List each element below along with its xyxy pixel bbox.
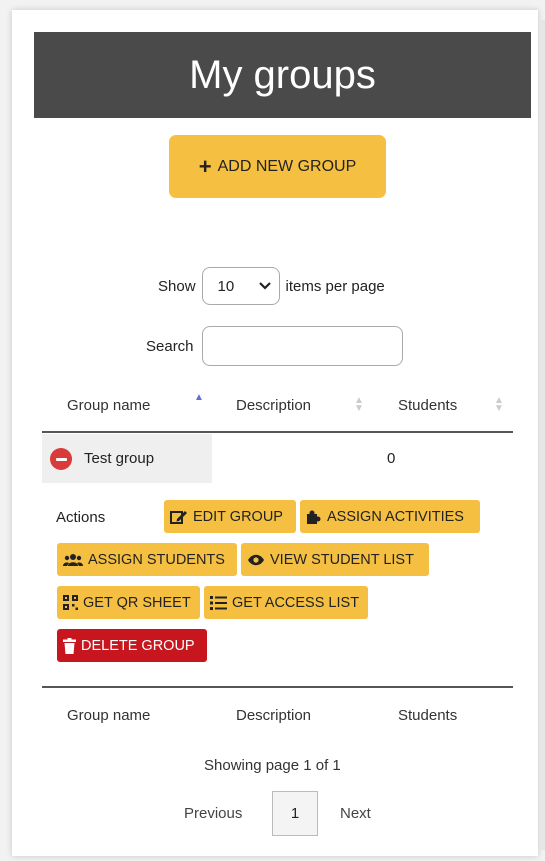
search-control: Search (146, 325, 403, 367)
footer-column-group-name: Group name (67, 707, 151, 724)
sort-both-icon[interactable]: ▲ ▼ (494, 396, 504, 414)
assign-activities-button[interactable]: ASSIGN ACTIVITIES (300, 500, 480, 533)
table-header-divider (42, 431, 513, 433)
actions-label: Actions (56, 509, 106, 526)
previous-page-link[interactable]: Previous (184, 805, 242, 822)
get-access-list-label: GET ACCESS LIST (232, 594, 360, 611)
next-page-link[interactable]: Next (340, 805, 371, 822)
chevron-down-icon (258, 282, 271, 290)
edit-icon (170, 510, 187, 524)
view-student-list-label: VIEW STUDENT LIST (270, 551, 414, 568)
items-per-page-label: items per page (285, 277, 385, 295)
collapse-row-icon[interactable] (50, 448, 72, 470)
footer-column-description: Description (236, 707, 312, 724)
sort-both-icon[interactable]: ▲ ▼ (354, 396, 364, 414)
page-size-select[interactable]: 10 (201, 267, 280, 305)
page-number-button[interactable]: 1 (272, 791, 318, 836)
sort-asc-icon[interactable]: ▲ (194, 393, 204, 403)
table-footer-divider (42, 686, 513, 688)
group-name-cell: Test group (84, 450, 155, 467)
edit-group-label: EDIT GROUP (193, 508, 283, 525)
list-icon (210, 595, 227, 610)
search-label: Search (146, 337, 194, 355)
get-qr-sheet-button[interactable]: GET QR SHEET (57, 586, 200, 619)
students-cell: 0 (387, 450, 396, 467)
page-size-value: 10 (217, 277, 235, 295)
add-new-group-button[interactable]: + ADD NEW GROUP (169, 135, 386, 198)
pagination-info: Showing page 1 of 1 (204, 757, 341, 774)
delete-group-button[interactable]: DELETE GROUP (57, 629, 207, 662)
assign-students-label: ASSIGN STUDENTS (88, 551, 225, 568)
assign-activities-label: ASSIGN ACTIVITIES (327, 508, 464, 525)
footer-column-students: Students (398, 707, 458, 724)
page-header: My groups (34, 32, 531, 118)
show-label: Show (158, 277, 196, 295)
edit-group-button[interactable]: EDIT GROUP (164, 500, 296, 533)
scroll-edge (541, 20, 545, 850)
column-header-description[interactable]: Description (236, 397, 311, 414)
column-header-group-name[interactable]: Group name (67, 397, 150, 414)
page-number-label: 1 (290, 805, 300, 822)
assign-students-button[interactable]: ASSIGN STUDENTS (57, 543, 237, 576)
delete-group-label: DELETE GROUP (81, 637, 195, 654)
column-header-students[interactable]: Students (398, 397, 457, 414)
trash-icon (63, 637, 76, 654)
puzzle-icon (307, 510, 321, 524)
page-title: My groups (189, 52, 376, 97)
plus-icon: + (198, 153, 212, 179)
users-icon (63, 553, 83, 566)
qr-code-icon (63, 595, 78, 610)
page-size-control: Show 10 items per page (158, 266, 385, 306)
get-access-list-button[interactable]: GET ACCESS LIST (204, 586, 368, 619)
search-input[interactable] (201, 326, 403, 366)
eye-icon (248, 554, 264, 565)
add-new-group-label: ADD NEW GROUP (217, 157, 357, 175)
get-qr-sheet-label: GET QR SHEET (83, 594, 191, 611)
view-student-list-button[interactable]: VIEW STUDENT LIST (241, 543, 429, 576)
